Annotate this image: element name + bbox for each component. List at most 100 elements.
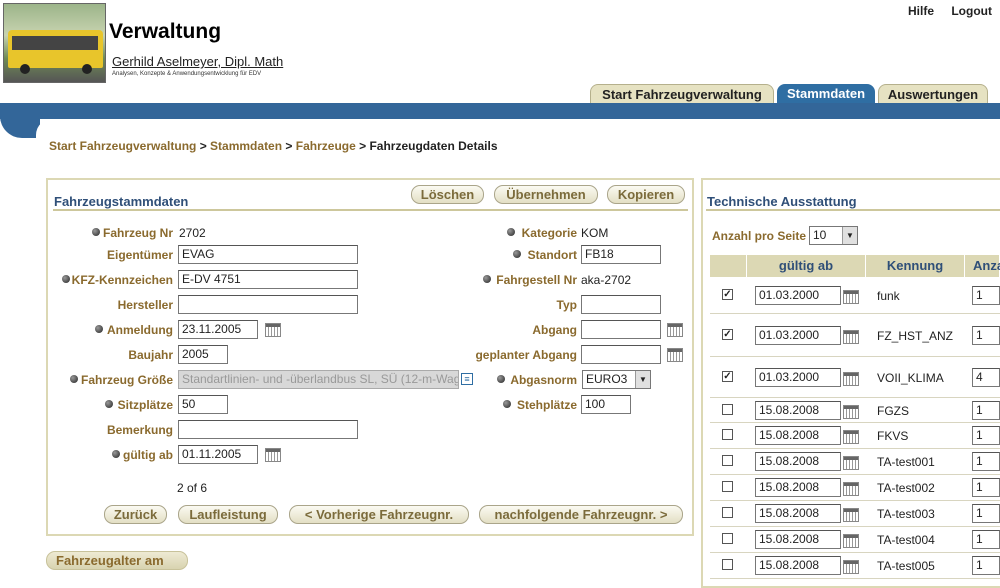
- calendar-icon[interactable]: [843, 482, 859, 496]
- typ-input[interactable]: [581, 295, 661, 314]
- column-header-kennung[interactable]: Kennung: [866, 255, 965, 277]
- breadcrumb-separator: >: [355, 139, 370, 153]
- apply-button[interactable]: Übernehmen: [494, 185, 598, 204]
- breadcrumb: Start Fahrzeugverwaltung > Stammdaten > …: [49, 139, 498, 153]
- calendar-icon[interactable]: [843, 372, 859, 386]
- calendar-icon[interactable]: [843, 456, 859, 470]
- abgasnorm-select[interactable]: EURO3 ▼: [582, 370, 651, 389]
- row-date-input[interactable]: 15.08.2008: [755, 452, 841, 471]
- row-anzahl-input[interactable]: 1: [972, 556, 1000, 575]
- geplanter-abgang-input[interactable]: [581, 345, 661, 364]
- gueltig-ab-input[interactable]: 01.11.2005: [178, 445, 258, 464]
- row-anzahl-input[interactable]: 1: [972, 478, 1000, 497]
- required-marker: [503, 400, 511, 408]
- row-checkbox[interactable]: [722, 533, 733, 544]
- baujahr-input[interactable]: 2005: [178, 345, 228, 364]
- fahrzeug-groesse-input[interactable]: Standartlinien- und -überlandbus SL, SÜ …: [178, 370, 459, 389]
- standort-input[interactable]: FB18: [581, 245, 661, 264]
- back-button[interactable]: Zurück: [104, 505, 167, 524]
- row-anzahl-input[interactable]: 1: [972, 286, 1000, 305]
- calendar-icon[interactable]: [843, 534, 859, 548]
- sitzplaetze-label: Sitzplätze: [117, 398, 173, 412]
- copy-button[interactable]: Kopieren: [607, 185, 685, 204]
- row-checkbox[interactable]: [722, 559, 733, 570]
- hersteller-input[interactable]: [178, 295, 358, 314]
- row-anzahl-input[interactable]: 1: [972, 426, 1000, 445]
- column-header-select: [710, 255, 747, 277]
- required-marker: [92, 228, 100, 236]
- row-anzahl-input[interactable]: 1: [972, 452, 1000, 471]
- technik-title: Technische Ausstattung: [707, 194, 857, 209]
- row-kennung: TA-test001: [877, 455, 935, 469]
- required-marker: [497, 375, 505, 383]
- breadcrumb-start[interactable]: Start Fahrzeugverwaltung: [49, 139, 196, 153]
- calendar-icon[interactable]: [843, 430, 859, 444]
- previous-vehicle-button[interactable]: < Vorherige Fahrzeugnr.: [289, 505, 469, 524]
- per-page-select[interactable]: 10 ▼: [809, 226, 858, 245]
- abgang-input[interactable]: [581, 320, 661, 339]
- calendar-icon[interactable]: [843, 405, 859, 419]
- breadcrumb-stammdaten[interactable]: Stammdaten: [210, 139, 282, 153]
- calendar-icon[interactable]: [265, 323, 281, 337]
- row-kennung: FZ_HST_ANZ: [877, 329, 954, 343]
- kfz-kennzeichen-input[interactable]: E-DV 4751: [178, 270, 358, 289]
- stehplaetze-input[interactable]: 100: [581, 395, 631, 414]
- fahrzeug-groesse-label: Fahrzeug Größe: [80, 373, 173, 387]
- row-kennung: VOII_KLIMA: [877, 371, 944, 385]
- tab-start-fahrzeugverwaltung[interactable]: Start Fahrzeugverwaltung: [590, 84, 774, 103]
- row-date-input[interactable]: 15.08.2008: [755, 401, 841, 420]
- delete-button[interactable]: Löschen: [411, 185, 484, 204]
- row-date-input[interactable]: 15.08.2008: [755, 504, 841, 523]
- tab-stammdaten[interactable]: Stammdaten: [777, 84, 875, 103]
- row-date-input[interactable]: 15.08.2008: [755, 426, 841, 445]
- row-anzahl-input[interactable]: 1: [972, 530, 1000, 549]
- help-link[interactable]: Hilfe: [908, 4, 934, 18]
- calendar-icon[interactable]: [843, 290, 859, 304]
- row-kennung: FKVS: [877, 429, 909, 443]
- row-anzahl-input[interactable]: 1: [972, 401, 1000, 420]
- calendar-icon[interactable]: [843, 330, 859, 344]
- row-checkbox[interactable]: ✓: [722, 329, 733, 340]
- row-date-input[interactable]: 01.03.2000: [755, 368, 841, 387]
- laufleistung-button[interactable]: Laufleistung: [178, 505, 278, 524]
- calendar-icon[interactable]: [667, 348, 683, 362]
- tab-auswertungen[interactable]: Auswertungen: [878, 84, 988, 103]
- abgasnorm-label: Abgasnorm: [510, 373, 577, 387]
- row-checkbox[interactable]: [722, 481, 733, 492]
- logout-link[interactable]: Logout: [951, 4, 992, 18]
- row-date-input[interactable]: 15.08.2008: [755, 478, 841, 497]
- row-date-input[interactable]: 15.08.2008: [755, 530, 841, 549]
- column-header-gueltig-ab[interactable]: gültig ab: [747, 255, 866, 277]
- next-vehicle-button[interactable]: nachfolgende Fahrzeugnr. >: [479, 505, 683, 524]
- row-checkbox[interactable]: [722, 455, 733, 466]
- anmeldung-input[interactable]: 23.11.2005: [178, 320, 258, 339]
- row-anzahl-input[interactable]: 1: [972, 504, 1000, 523]
- company-name[interactable]: Gerhild Aselmeyer, Dipl. Math: [112, 54, 283, 69]
- calendar-icon[interactable]: [843, 560, 859, 574]
- breadcrumb-separator: >: [196, 139, 211, 153]
- bemerkung-input[interactable]: [178, 420, 358, 439]
- eigentuemer-input[interactable]: EVAG: [178, 245, 358, 264]
- sitzplaetze-input[interactable]: 50: [178, 395, 228, 414]
- required-marker: [513, 250, 521, 258]
- breadcrumb-fahrzeuge[interactable]: Fahrzeuge: [296, 139, 356, 153]
- row-checkbox[interactable]: ✓: [722, 371, 733, 382]
- list-picker-icon[interactable]: ≡: [461, 373, 473, 385]
- column-header-anzahl[interactable]: Anza: [965, 255, 1000, 277]
- row-anzahl-input[interactable]: 1: [972, 326, 1000, 345]
- calendar-icon[interactable]: [843, 508, 859, 522]
- row-checkbox[interactable]: [722, 507, 733, 518]
- calendar-icon[interactable]: [667, 323, 683, 337]
- row-anzahl-input[interactable]: 4: [972, 368, 1000, 387]
- row-date-input[interactable]: 15.08.2008: [755, 556, 841, 575]
- row-date-input[interactable]: 01.03.2000: [755, 286, 841, 305]
- fahrzeugalter-header[interactable]: Fahrzeugalter am: [46, 551, 188, 570]
- row-date-input[interactable]: 01.03.2000: [755, 326, 841, 345]
- fahrgestell-nr-label: Fahrgestell Nr: [496, 273, 577, 287]
- required-marker: [507, 228, 515, 236]
- row-checkbox[interactable]: [722, 429, 733, 440]
- row-checkbox[interactable]: ✓: [722, 289, 733, 300]
- bus-wheel: [82, 64, 92, 74]
- row-checkbox[interactable]: [722, 404, 733, 415]
- calendar-icon[interactable]: [265, 448, 281, 462]
